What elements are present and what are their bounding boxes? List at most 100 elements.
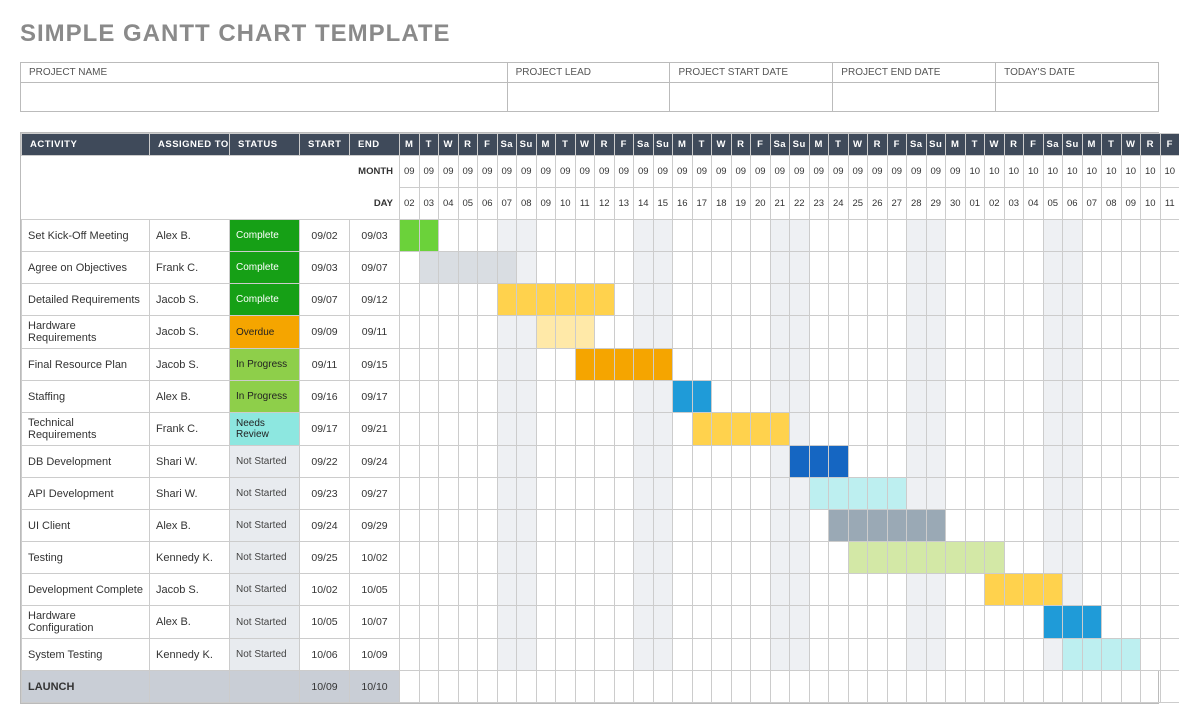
gantt-cell[interactable]	[887, 671, 907, 703]
end-date-cell[interactable]: 09/24	[350, 446, 400, 478]
gantt-cell[interactable]	[731, 446, 751, 478]
gantt-cell[interactable]	[985, 349, 1005, 381]
assigned-cell[interactable]: Jacob S.	[150, 284, 230, 316]
gantt-cell[interactable]	[965, 349, 985, 381]
gantt-cell[interactable]	[731, 671, 751, 703]
status-cell[interactable]: In Progress	[230, 349, 300, 381]
gantt-cell[interactable]	[985, 574, 1005, 606]
gantt-cell[interactable]	[887, 542, 907, 574]
assigned-cell[interactable]: Jacob S.	[150, 574, 230, 606]
gantt-cell[interactable]	[985, 510, 1005, 542]
gantt-cell[interactable]	[1004, 220, 1024, 252]
gantt-cell[interactable]	[536, 478, 556, 510]
gantt-cell[interactable]	[673, 478, 693, 510]
gantt-cell[interactable]	[965, 284, 985, 316]
gantt-cell[interactable]	[790, 478, 810, 510]
gantt-cell[interactable]	[614, 542, 634, 574]
gantt-cell[interactable]	[692, 284, 712, 316]
gantt-cell[interactable]	[556, 574, 576, 606]
gantt-cell[interactable]	[634, 542, 654, 574]
gantt-cell[interactable]	[868, 606, 888, 639]
gantt-cell[interactable]	[595, 574, 615, 606]
gantt-cell[interactable]	[1160, 639, 1179, 671]
gantt-cell[interactable]	[946, 349, 966, 381]
gantt-cell[interactable]	[1082, 316, 1102, 349]
gantt-cell[interactable]	[1004, 606, 1024, 639]
start-date-cell[interactable]: 09/11	[300, 349, 350, 381]
gantt-cell[interactable]	[497, 316, 517, 349]
gantt-cell[interactable]	[400, 252, 420, 284]
gantt-cell[interactable]	[731, 349, 751, 381]
gantt-cell[interactable]	[829, 478, 849, 510]
activity-cell[interactable]: LAUNCH	[22, 671, 150, 703]
gantt-cell[interactable]	[439, 446, 459, 478]
gantt-cell[interactable]	[400, 510, 420, 542]
gantt-cell[interactable]	[439, 671, 459, 703]
gantt-cell[interactable]	[848, 381, 868, 413]
gantt-cell[interactable]	[770, 671, 790, 703]
end-date-cell[interactable]: 10/02	[350, 542, 400, 574]
assigned-cell[interactable]: Shari W.	[150, 478, 230, 510]
gantt-cell[interactable]	[1043, 639, 1063, 671]
gantt-cell[interactable]	[439, 316, 459, 349]
gantt-cell[interactable]	[1160, 381, 1179, 413]
gantt-cell[interactable]	[653, 413, 673, 446]
project-lead-input[interactable]	[508, 83, 670, 111]
gantt-cell[interactable]	[946, 671, 966, 703]
gantt-cell[interactable]	[751, 413, 771, 446]
gantt-cell[interactable]	[731, 252, 751, 284]
gantt-cell[interactable]	[848, 542, 868, 574]
gantt-cell[interactable]	[1121, 574, 1141, 606]
gantt-cell[interactable]	[517, 413, 537, 446]
start-date-cell[interactable]: 09/09	[300, 316, 350, 349]
gantt-cell[interactable]	[1082, 574, 1102, 606]
gantt-cell[interactable]	[517, 606, 537, 639]
gantt-cell[interactable]	[634, 639, 654, 671]
gantt-cell[interactable]	[458, 220, 478, 252]
gantt-cell[interactable]	[673, 510, 693, 542]
activity-cell[interactable]: Final Resource Plan	[22, 349, 150, 381]
gantt-cell[interactable]	[614, 671, 634, 703]
gantt-cell[interactable]	[1160, 478, 1179, 510]
gantt-cell[interactable]	[1082, 252, 1102, 284]
gantt-cell[interactable]	[497, 574, 517, 606]
gantt-cell[interactable]	[1082, 478, 1102, 510]
gantt-cell[interactable]	[946, 220, 966, 252]
status-cell[interactable]: Not Started	[230, 510, 300, 542]
gantt-cell[interactable]	[770, 478, 790, 510]
gantt-cell[interactable]	[536, 574, 556, 606]
gantt-cell[interactable]	[1121, 446, 1141, 478]
gantt-cell[interactable]	[790, 381, 810, 413]
gantt-cell[interactable]	[1141, 671, 1161, 703]
gantt-cell[interactable]	[1004, 478, 1024, 510]
gantt-cell[interactable]	[595, 510, 615, 542]
gantt-cell[interactable]	[809, 381, 829, 413]
gantt-cell[interactable]	[575, 252, 595, 284]
gantt-cell[interactable]	[536, 284, 556, 316]
gantt-cell[interactable]	[731, 381, 751, 413]
gantt-cell[interactable]	[439, 606, 459, 639]
assigned-cell[interactable]: Frank C.	[150, 252, 230, 284]
gantt-cell[interactable]	[556, 542, 576, 574]
gantt-cell[interactable]	[439, 413, 459, 446]
gantt-cell[interactable]	[1141, 478, 1161, 510]
gantt-cell[interactable]	[1102, 671, 1122, 703]
gantt-cell[interactable]	[848, 478, 868, 510]
gantt-cell[interactable]	[517, 542, 537, 574]
gantt-cell[interactable]	[946, 446, 966, 478]
gantt-cell[interactable]	[1024, 381, 1044, 413]
gantt-cell[interactable]	[614, 413, 634, 446]
gantt-cell[interactable]	[887, 478, 907, 510]
gantt-cell[interactable]	[712, 316, 732, 349]
gantt-cell[interactable]	[1160, 510, 1179, 542]
gantt-cell[interactable]	[751, 446, 771, 478]
gantt-cell[interactable]	[614, 446, 634, 478]
gantt-cell[interactable]	[829, 446, 849, 478]
gantt-cell[interactable]	[848, 413, 868, 446]
gantt-cell[interactable]	[1121, 252, 1141, 284]
gantt-cell[interactable]	[575, 220, 595, 252]
gantt-cell[interactable]	[985, 671, 1005, 703]
gantt-cell[interactable]	[478, 478, 498, 510]
assigned-cell[interactable]: Alex B.	[150, 381, 230, 413]
gantt-cell[interactable]	[614, 510, 634, 542]
